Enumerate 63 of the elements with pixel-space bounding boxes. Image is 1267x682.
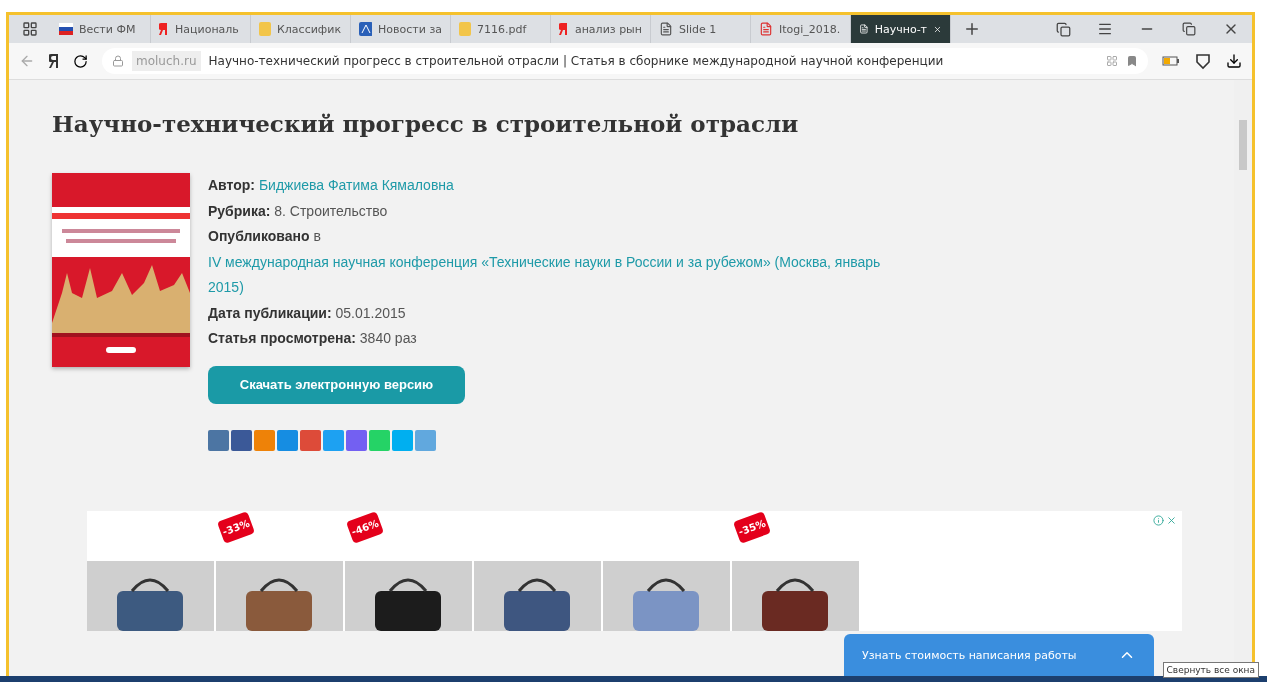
field-label: Статья просмотрена:: [208, 330, 356, 346]
grid-icon[interactable]: [1106, 55, 1118, 67]
share-icon[interactable]: [300, 429, 321, 451]
article-heading: Научно-технический прогресс в строительной отрасли: [52, 110, 800, 137]
reload-icon[interactable]: [73, 53, 88, 69]
app-icon: [359, 22, 373, 36]
info-icon[interactable]: [1153, 514, 1164, 526]
pdf-file-icon: [759, 22, 773, 36]
author-link[interactable]: Биджиева Фатима Кямаловна: [258, 177, 454, 193]
address-field[interactable]: moluch.ru Научно-технический прогресс в строительной отрасли | Статья в сборнике международной научной конференции: [102, 48, 1148, 74]
field-label: Опубликовано: [208, 228, 310, 244]
tab-title: анализ рын: [574, 22, 642, 36]
tabs-copy-icon[interactable]: [1055, 21, 1071, 37]
discount-badge: -35%: [733, 510, 772, 544]
tab-title: Новости за: [378, 22, 442, 36]
tab-title: Научно-т: [874, 22, 927, 36]
conference-link[interactable]: IV международная научная конференция «Технические науки в России и за рубежом» (Москва, январь 2015): [208, 249, 908, 301]
tab-title: Slide 1: [679, 22, 717, 36]
field-value: 05.01.2015: [335, 304, 406, 321]
chat-label: Узнать стоимость написания работы: [862, 648, 1077, 662]
download-button[interactable]: Скачать электронную версию: [208, 365, 465, 404]
back-icon[interactable]: [19, 53, 35, 69]
download-icon[interactable]: [1226, 53, 1242, 69]
tab-title: Националь: [175, 22, 239, 36]
new-tab-icon[interactable]: [963, 20, 981, 38]
logo-icon: [159, 22, 169, 36]
shield-icon[interactable]: [1194, 52, 1212, 70]
browser-tab[interactable]: Научно-т: [851, 15, 951, 43]
lock-icon: [112, 55, 124, 67]
tab-title: 7116.pdf: [477, 22, 527, 36]
discount-badge: -46%: [346, 510, 385, 544]
share-icon[interactable]: [346, 429, 367, 451]
page-icon: [659, 22, 673, 36]
tab-title: Классифик: [277, 22, 342, 36]
share-icon[interactable]: [208, 429, 229, 451]
page-icon: [859, 22, 869, 36]
scrollbar-thumb[interactable]: [1239, 120, 1247, 170]
logo-icon: [559, 22, 569, 36]
field-value: в: [313, 228, 321, 244]
tab-title: Вести ФМ: [79, 22, 136, 36]
tabs-icon[interactable]: [22, 21, 38, 37]
menu-icon[interactable]: [1097, 21, 1113, 37]
field-value: 3840 раз: [359, 330, 417, 346]
chat-widget[interactable]: Узнать стоимость написания работы: [844, 634, 1154, 676]
field-label: Автор:: [208, 177, 255, 193]
share-icon[interactable]: [231, 429, 252, 451]
page-title: Научно-технический прогресс в строительной отрасли | Статья в сборнике международной научной конференции: [208, 54, 944, 68]
field-label: Дата публикации:: [208, 304, 332, 321]
field-label: Рубрика:: [208, 202, 271, 219]
url-domain: moluch.ru: [132, 51, 201, 71]
field-value: 8. Строительство: [274, 202, 388, 219]
share-icon[interactable]: [323, 429, 344, 451]
discount-badge: -33%: [217, 510, 256, 544]
share-icon[interactable]: [277, 429, 298, 451]
logo-icon[interactable]: [49, 53, 59, 69]
battery-icon[interactable]: [1162, 56, 1180, 66]
tab-title: Itogi_2018.: [779, 22, 841, 36]
restore-icon[interactable]: [1182, 22, 1196, 36]
document-icon: [459, 22, 471, 36]
document-icon: [259, 22, 271, 36]
flag-icon: [59, 23, 73, 35]
bookmark-icon[interactable]: [1126, 55, 1138, 67]
tooltip: Свернуть все окна: [1162, 662, 1259, 678]
